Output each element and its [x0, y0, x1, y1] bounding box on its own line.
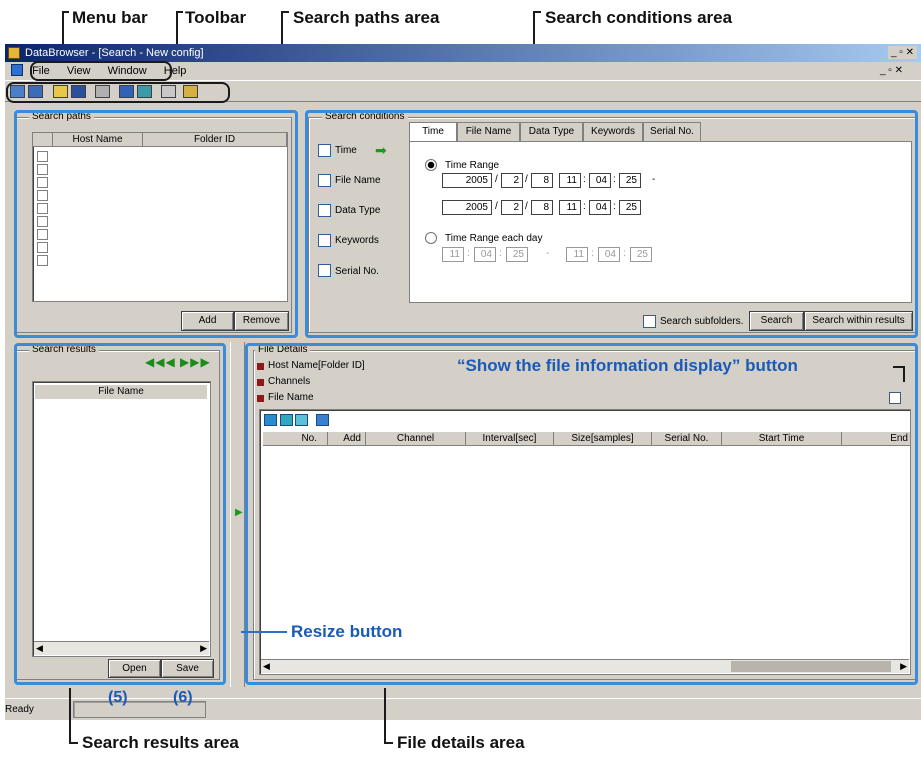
search-results-area-frame [14, 343, 226, 685]
marker-6: (6) [173, 689, 193, 706]
menu-bar-highlight [30, 61, 172, 81]
mdi-controls[interactable]: _ ▫ ✕ [880, 64, 903, 77]
window-title: DataBrowser - [Search - New config] [25, 47, 204, 59]
search-conditions-area-frame [305, 110, 918, 338]
app-icon [8, 47, 20, 59]
annotation-search-paths-area: Search paths area [293, 8, 440, 27]
annotation-search-conditions-area: Search conditions area [545, 8, 733, 27]
resize-callout-line [241, 631, 287, 633]
annotation-toolbar: Toolbar [185, 8, 247, 27]
title-bar: DataBrowser - [Search - New config] _ ▫ … [5, 44, 921, 62]
search-paths-area-frame [14, 110, 298, 338]
annotation-resize-button: Resize button [291, 622, 403, 641]
annotation-file-details-area: File details area [397, 733, 525, 752]
annotation-search-results-area: Search results area [82, 733, 239, 752]
annotation-show-file-info-button: “Show the file information display” butt… [457, 356, 798, 375]
marker-5: (5) [108, 689, 128, 706]
status-bar: Ready [5, 698, 921, 720]
window-controls[interactable]: _ ▫ ✕ [887, 46, 917, 59]
resize-splitter[interactable]: ▶ [230, 342, 245, 687]
doc-icon [11, 64, 23, 76]
resize-arrow-icon[interactable]: ▶ [235, 507, 243, 518]
annotation-menu-bar: Menu bar [72, 8, 148, 27]
toolbar-highlight [6, 82, 230, 103]
status-text: Ready [5, 704, 34, 715]
